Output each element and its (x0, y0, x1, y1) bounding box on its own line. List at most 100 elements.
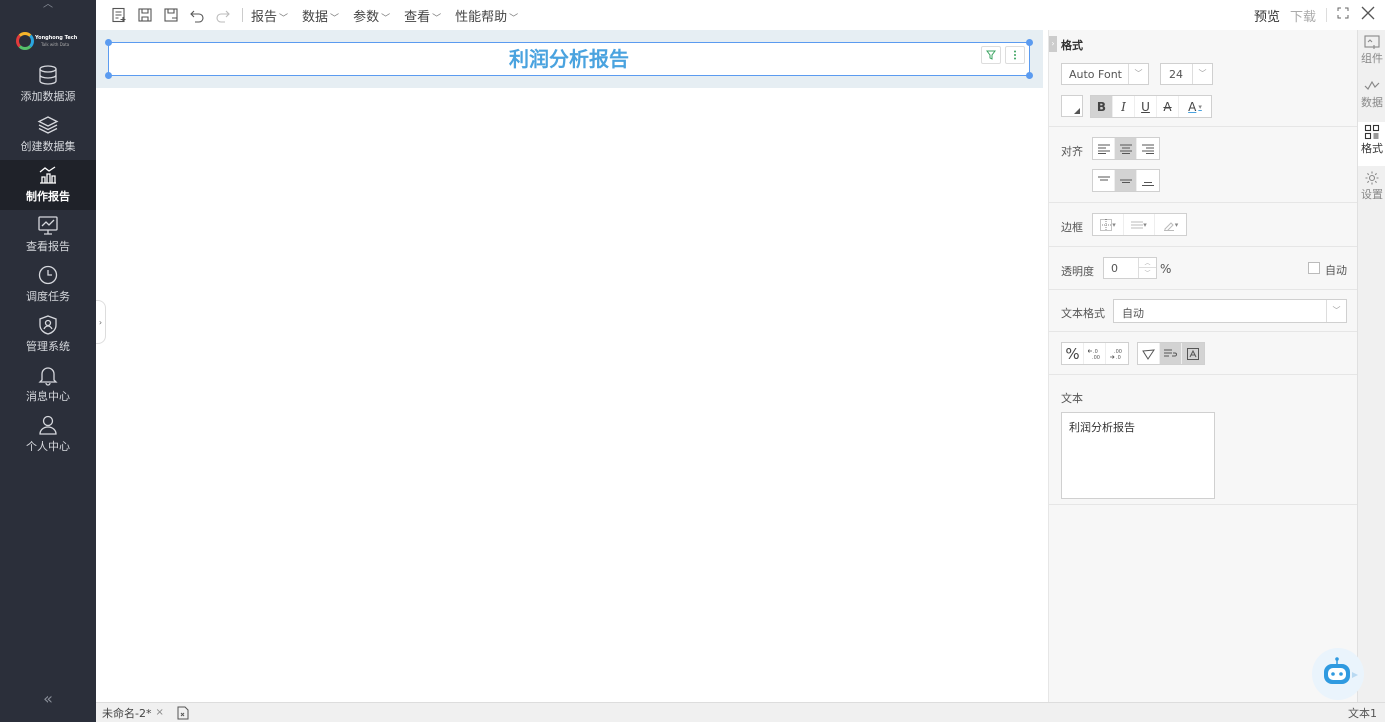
fullscreen-icon[interactable] (1337, 7, 1349, 23)
opacity-value: 0 (1111, 262, 1118, 275)
nav-item-admin[interactable]: 管理系统 (0, 310, 96, 360)
nav-item-make-report[interactable]: 制作报告 (0, 160, 96, 210)
border-section: 边框 ▾ ▾ ▾ (1049, 203, 1358, 247)
left-nav: ︿ Yonghong Tech Talk with Data 添加数据源 创建数… (0, 0, 96, 722)
nav-item-view-report[interactable]: 查看报告 (0, 210, 96, 260)
opacity-stepper[interactable]: 0 ︿ ﹀ (1103, 257, 1157, 279)
download-button[interactable]: 下载 (1290, 6, 1316, 25)
underline-button[interactable]: U (1135, 96, 1157, 117)
close-icon[interactable] (1361, 6, 1375, 24)
shield-user-icon (39, 315, 57, 335)
font-color-button[interactable]: A ▾ (1179, 96, 1211, 117)
nav-item-label: 创建数据集 (20, 140, 76, 153)
nav-item-label: 管理系统 (26, 340, 70, 353)
fill-color-picker[interactable] (1061, 95, 1083, 117)
text-content-textarea[interactable]: 利润分析报告 (1061, 412, 1215, 499)
decrease-decimal-button[interactable]: .00.0 (1106, 343, 1128, 364)
component-add-icon (1364, 35, 1380, 49)
resize-handle[interactable] (1026, 39, 1033, 46)
align-bottom-icon (1142, 181, 1154, 186)
auto-checkbox[interactable] (1308, 262, 1320, 274)
nav-item-profile[interactable]: 个人中心 (0, 410, 96, 460)
percent-button[interactable]: % (1062, 343, 1084, 364)
nav-item-schedule[interactable]: 调度任务 (0, 260, 96, 310)
align-left-icon (1097, 144, 1110, 154)
resize-handle[interactable] (1026, 72, 1033, 79)
format-grid-icon (1364, 124, 1380, 140)
chart-icon (39, 166, 56, 184)
rail-tab-data[interactable]: 数据 (1358, 76, 1385, 120)
align-left-button[interactable] (1093, 138, 1115, 159)
resize-handle[interactable] (105, 39, 112, 46)
chevron-down-icon: ﹀ (1192, 64, 1212, 84)
save-as-icon[interactable] (160, 4, 182, 26)
auto-fit-button[interactable] (1182, 343, 1204, 364)
step-up-icon[interactable]: ︿ (1138, 258, 1156, 268)
close-tab-icon[interactable]: × (155, 707, 163, 718)
bold-button[interactable]: B (1091, 96, 1113, 117)
format-panel: › 格式 Auto Font ﹀ 24 ﹀ B I U A A ▾ 对齐 边框 … (1048, 30, 1358, 702)
scroll-up-icon[interactable]: ︿ (0, 0, 96, 12)
clock-icon (38, 265, 58, 285)
title-text-component[interactable]: 利润分析报告 (105, 39, 1033, 79)
report-canvas[interactable]: 利润分析报告 (96, 30, 1048, 702)
text-style-group: B I U A A ▾ (1090, 95, 1212, 118)
selected-component-status: 文本1 (1348, 706, 1377, 720)
align-right-button[interactable] (1137, 138, 1159, 159)
italic-button[interactable]: I (1113, 96, 1135, 117)
border-line-button[interactable]: ▾ (1124, 214, 1155, 235)
menu-view[interactable]: 查看 ﹀ (404, 6, 441, 25)
toolbar: 报告 ﹀ 数据 ﹀ 参数 ﹀ 查看 ﹀ 性能帮助 ﹀ 预览 下载 (96, 0, 1385, 30)
report-tab[interactable]: 未命名-2* (102, 705, 151, 721)
rail-tab-settings[interactable]: 设置 (1358, 168, 1385, 212)
nav-item-messages[interactable]: 消息中心 (0, 360, 96, 410)
nav-item-add-datasource[interactable]: 添加数据源 (0, 60, 96, 110)
layers-icon (37, 116, 59, 134)
step-down-icon[interactable]: ﹀ (1138, 268, 1156, 278)
rail-tab-label: 格式 (1361, 142, 1383, 155)
align-middle-button[interactable] (1115, 170, 1137, 191)
chevron-down-icon: ﹀ (330, 13, 340, 24)
menu-data[interactable]: 数据 ﹀ (302, 6, 339, 25)
font-section: Auto Font ﹀ 24 ﹀ B I U A A ▾ (1049, 56, 1358, 127)
font-size-select[interactable]: 24 ﹀ (1160, 63, 1213, 85)
resize-handle[interactable] (105, 72, 112, 79)
nav-item-label: 添加数据源 (20, 90, 76, 103)
menu-params[interactable]: 参数 ﹀ (353, 6, 390, 25)
nav-item-create-dataset[interactable]: 创建数据集 (0, 110, 96, 160)
report-title: 利润分析报告 (509, 47, 629, 71)
menu-perf-help[interactable]: 性能帮助 ﹀ (455, 6, 518, 25)
strikethrough-button[interactable]: A (1157, 96, 1179, 117)
collapse-nav-icon[interactable]: « (0, 689, 96, 708)
preview-button[interactable]: 预览 (1254, 6, 1280, 25)
text-format-select[interactable]: 自动 ﹀ (1113, 299, 1347, 323)
new-tab-icon[interactable] (176, 706, 190, 720)
logo-text: Yonghong Tech (35, 35, 78, 41)
chevron-down-icon: ▾ (1198, 102, 1202, 111)
border-style-button[interactable]: ▾ (1093, 214, 1124, 235)
more-options-icon[interactable] (1005, 46, 1025, 64)
rail-tab-format[interactable]: 格式 (1358, 122, 1385, 166)
expand-panel-icon[interactable]: › (96, 300, 106, 344)
align-center-button[interactable] (1115, 138, 1137, 159)
auto-label: 自动 (1325, 264, 1347, 277)
logo-ring-icon (16, 32, 34, 50)
chevron-down-icon: ﹀ (1326, 300, 1346, 322)
undo-icon[interactable] (186, 4, 208, 26)
align-bottom-button[interactable] (1137, 170, 1159, 191)
border-color-button[interactable]: ▾ (1155, 214, 1186, 235)
increase-decimal-button[interactable]: .0.00 (1084, 343, 1106, 364)
new-report-icon[interactable] (108, 4, 130, 26)
save-icon[interactable] (134, 4, 156, 26)
collapse-panel-icon[interactable]: › (1049, 36, 1057, 52)
assistant-robot-button[interactable] (1312, 648, 1364, 700)
wrap-text-button[interactable] (1160, 343, 1182, 364)
font-family-select[interactable]: Auto Font ﹀ (1061, 63, 1149, 85)
filter-icon[interactable] (981, 46, 1001, 64)
rail-tab-components[interactable]: 组件 (1358, 32, 1385, 76)
clear-format-button[interactable] (1138, 343, 1160, 364)
redo-icon[interactable] (212, 4, 234, 26)
v-align-group (1092, 169, 1160, 192)
align-top-button[interactable] (1093, 170, 1115, 191)
menu-report[interactable]: 报告 ﹀ (251, 6, 288, 25)
